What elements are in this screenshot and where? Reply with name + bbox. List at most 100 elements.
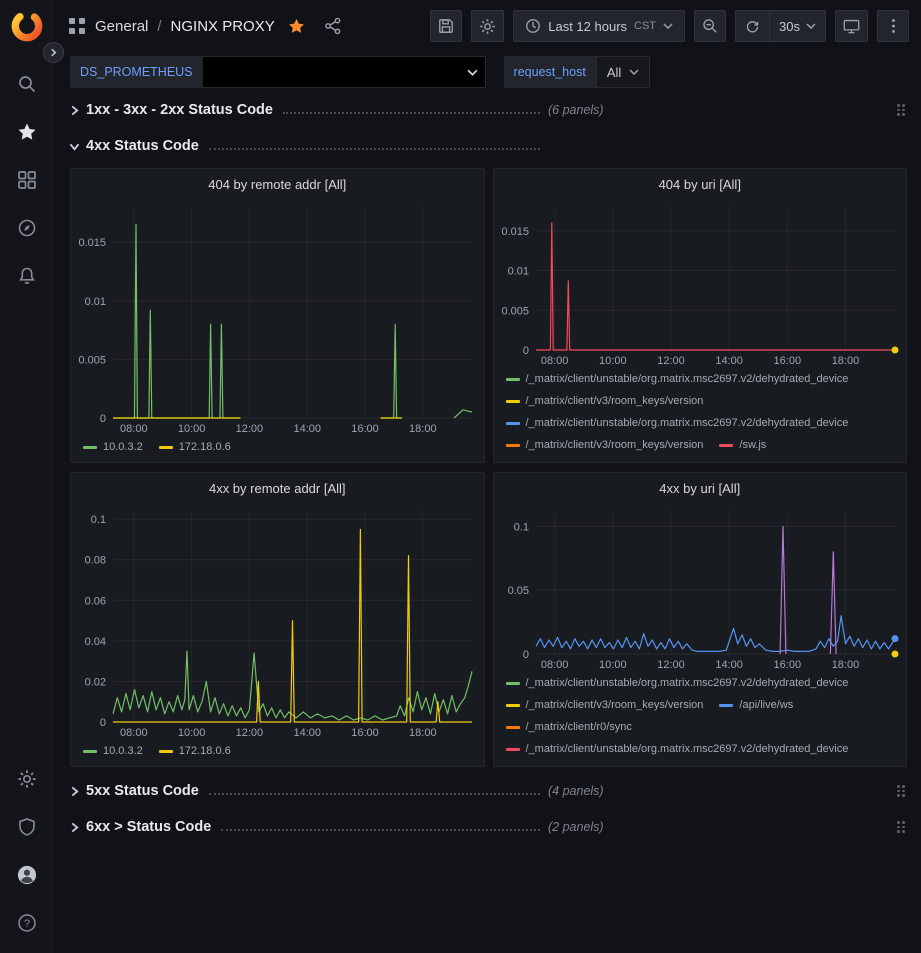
svg-text:10:00: 10:00 <box>178 423 206 435</box>
legend-item[interactable]: 172.18.0.6 <box>159 744 231 759</box>
row-panel-count: (4 panels) <box>548 784 604 798</box>
chevron-down-icon <box>806 23 816 29</box>
share-icon[interactable] <box>324 17 342 35</box>
svg-text:0.005: 0.005 <box>78 354 106 366</box>
explore-compass-icon[interactable] <box>16 217 38 239</box>
row-drag-handle[interactable] <box>895 783 907 799</box>
help-icon[interactable]: ? <box>16 912 38 934</box>
chart-legend: 10.0.3.2 172.18.0.6 <box>71 741 484 766</box>
configuration-gear-icon[interactable] <box>16 768 38 790</box>
alerting-bell-icon[interactable] <box>16 265 38 287</box>
save-dashboard-button[interactable] <box>430 10 462 42</box>
row-header-6xx[interactable]: 6xx > Status Code (2 panels) <box>70 813 907 841</box>
legend-item[interactable]: /_matrix/client/unstable/org.matrix.msc2… <box>506 416 849 431</box>
kebab-menu-button[interactable] <box>877 10 909 42</box>
legend-item[interactable]: /_matrix/client/unstable/org.matrix.msc2… <box>506 676 849 691</box>
dotted-leader <box>283 112 540 114</box>
legend-swatch <box>159 446 173 449</box>
dashboard-variables-bar: DS_PROMETHEUS request_host All <box>54 52 921 92</box>
datasource-select[interactable] <box>203 56 486 88</box>
row-drag-handle[interactable] <box>895 102 907 118</box>
timeseries-chart[interactable]: 08:0010:0012:0014:0016:0018:0000.050.1 <box>494 503 907 673</box>
panel-404-by-remote-addr: 404 by remote addr [All] 08:0010:0012:00… <box>70 168 485 463</box>
legend-item[interactable]: /_matrix/client/unstable/org.matrix.msc2… <box>506 372 849 387</box>
svg-text:18:00: 18:00 <box>409 727 437 739</box>
legend-swatch <box>506 748 520 751</box>
svg-text:0.1: 0.1 <box>513 521 528 533</box>
dashboard-body: 1xx - 3xx - 2xx Status Code (6 panels) <box>54 92 921 953</box>
timeseries-chart[interactable]: 08:0010:0012:0014:0016:0018:0000.0050.01… <box>71 199 484 437</box>
grafana-app: ? General / NGINX PROXY <box>0 0 921 953</box>
legend-swatch <box>159 750 173 753</box>
variable-label-request-host: request_host <box>504 56 596 88</box>
svg-text:10:00: 10:00 <box>599 355 627 367</box>
search-icon[interactable] <box>16 73 38 95</box>
legend-item[interactable]: /_matrix/client/v3/room_keys/version <box>506 438 704 453</box>
svg-text:0.06: 0.06 <box>85 595 106 607</box>
svg-text:0.015: 0.015 <box>78 237 106 249</box>
dashboards-icon[interactable] <box>16 169 38 191</box>
refresh-button[interactable] <box>736 11 769 41</box>
legend-label: /sw.js <box>739 438 766 453</box>
svg-text:0.04: 0.04 <box>85 636 106 648</box>
chart-legend: /_matrix/client/unstable/org.matrix.msc2… <box>494 369 907 462</box>
panel-title[interactable]: 4xx by uri [All] <box>494 473 907 503</box>
svg-text:0: 0 <box>100 717 106 729</box>
legend-item[interactable]: 172.18.0.6 <box>159 440 231 455</box>
legend-swatch <box>506 444 520 447</box>
svg-text:0.02: 0.02 <box>85 676 106 688</box>
svg-text:08:00: 08:00 <box>120 423 148 435</box>
legend-label: /_matrix/client/v3/room_keys/version <box>526 438 704 453</box>
sidebar: ? <box>0 0 54 953</box>
legend-item[interactable]: /_matrix/client/r0/sync <box>506 720 632 735</box>
legend-item[interactable]: /sw.js <box>719 438 766 453</box>
legend-item[interactable]: /api/live/ws <box>719 698 793 713</box>
sidebar-bottom-group: ? <box>16 755 38 947</box>
row-drag-handle[interactable] <box>895 819 907 835</box>
topbar-actions: Last 12 hours CST <box>430 10 909 42</box>
refresh-interval-dropdown[interactable]: 30s <box>769 11 825 41</box>
dashboard-settings-button[interactable] <box>471 10 504 42</box>
legend-label: /_matrix/client/unstable/org.matrix.msc2… <box>526 372 849 387</box>
zoom-out-button[interactable] <box>694 10 726 42</box>
svg-text:0.05: 0.05 <box>507 585 528 597</box>
row-header-1xx-3xx-2xx[interactable]: 1xx - 3xx - 2xx Status Code (6 panels) <box>70 96 907 124</box>
time-range-picker[interactable]: Last 12 hours CST <box>513 10 685 42</box>
legend-item[interactable]: /_matrix/client/unstable/org.matrix.msc2… <box>506 742 849 757</box>
dashboard-title[interactable]: NGINX PROXY <box>171 18 275 35</box>
row-header-5xx[interactable]: 5xx Status Code (4 panels) <box>70 777 907 805</box>
legend-item[interactable]: 10.0.3.2 <box>83 440 143 455</box>
panel-title[interactable]: 404 by remote addr [All] <box>71 169 484 199</box>
timeseries-chart[interactable]: 08:0010:0012:0014:0016:0018:0000.0050.01… <box>494 199 907 369</box>
legend-item[interactable]: /_matrix/client/v3/room_keys/version <box>506 698 704 713</box>
panel-title[interactable]: 4xx by remote addr [All] <box>71 473 484 503</box>
svg-text:0.005: 0.005 <box>501 305 529 317</box>
user-avatar[interactable] <box>16 864 38 886</box>
chevron-right-icon <box>70 786 79 797</box>
legend-swatch <box>506 400 520 403</box>
sidebar-expand-button[interactable] <box>43 42 64 63</box>
legend-swatch <box>83 750 97 753</box>
legend-swatch <box>506 704 520 707</box>
svg-text:0.01: 0.01 <box>85 296 106 308</box>
panel-title[interactable]: 404 by uri [All] <box>494 169 907 199</box>
chevron-down-icon <box>663 23 673 29</box>
favorite-star-icon[interactable] <box>288 18 305 35</box>
server-admin-shield-icon[interactable] <box>16 816 38 838</box>
starred-dashboards-icon[interactable] <box>16 121 38 143</box>
row-header-4xx[interactable]: 4xx Status Code <box>70 132 907 160</box>
dotted-leader <box>209 793 540 795</box>
svg-text:12:00: 12:00 <box>657 659 685 671</box>
svg-text:14:00: 14:00 <box>293 423 321 435</box>
grafana-logo[interactable] <box>9 8 45 44</box>
legend-swatch <box>506 422 520 425</box>
request-host-value: All <box>607 65 621 80</box>
breadcrumb-folder[interactable]: General <box>95 18 148 35</box>
legend-label: /_matrix/client/unstable/org.matrix.msc2… <box>526 676 849 691</box>
request-host-select[interactable]: All <box>596 56 650 88</box>
timeseries-chart[interactable]: 08:0010:0012:0014:0016:0018:0000.020.040… <box>71 503 484 741</box>
tv-mode-button[interactable] <box>835 10 868 42</box>
legend-item[interactable]: /_matrix/client/v3/room_keys/version <box>506 394 704 409</box>
legend-item[interactable]: 10.0.3.2 <box>83 744 143 759</box>
row-title: 4xx Status Code <box>86 138 199 154</box>
